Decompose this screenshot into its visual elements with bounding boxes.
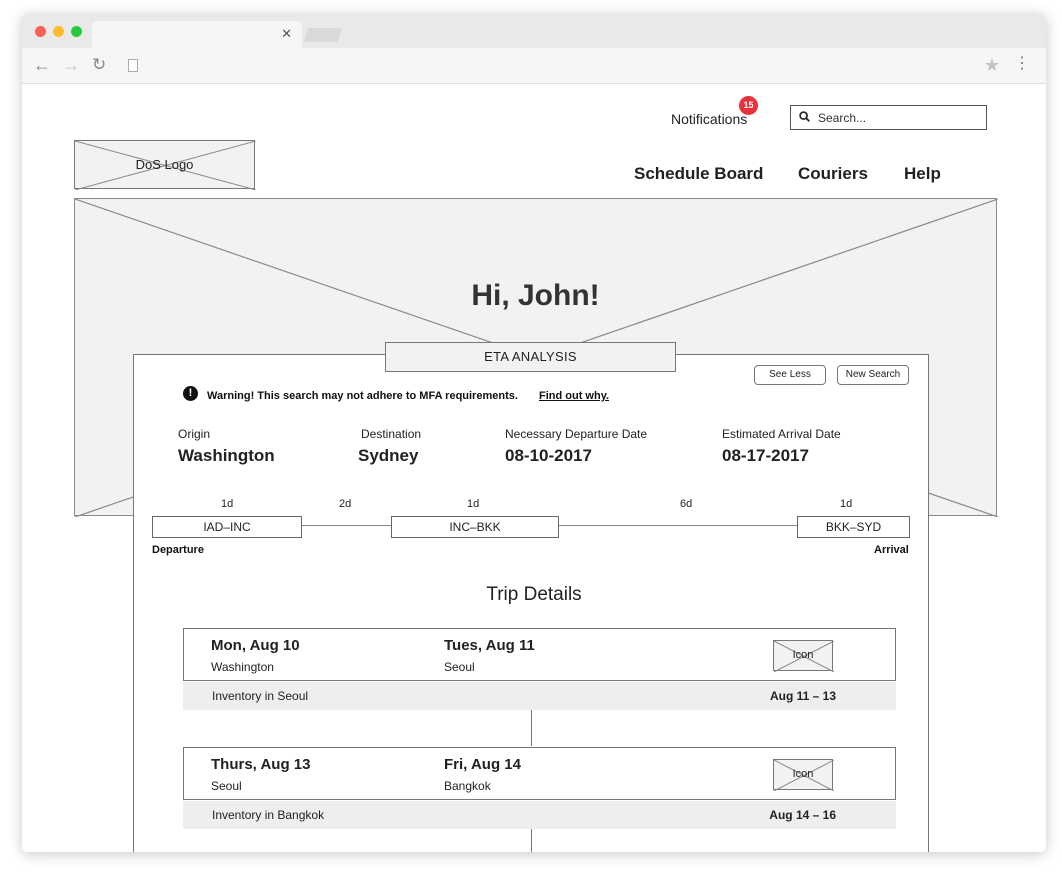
destination-label: Destination	[361, 427, 422, 441]
close-window-button[interactable]	[35, 26, 46, 37]
trip-connector-line	[531, 829, 532, 852]
address-bar: ← → ↻ ★ ⋮	[22, 48, 1046, 84]
inventory-date-range: Aug 14 – 16	[769, 808, 836, 822]
see-less-button[interactable]: See Less	[754, 365, 826, 385]
eta-analysis-title: ETA ANALYSIS	[385, 342, 676, 372]
browser-window: ✕ ← → ↻ ★ ⋮ Notifications 15 DoS Logo	[22, 14, 1046, 852]
greeting-heading: Hi, John!	[471, 279, 600, 312]
transport-icon-placeholder: Icon	[773, 640, 834, 672]
minimize-window-button[interactable]	[53, 26, 64, 37]
maximize-window-button[interactable]	[71, 26, 82, 37]
reload-icon[interactable]: ↻	[92, 56, 106, 74]
inventory-date-range: Aug 11 – 13	[769, 689, 836, 703]
trip-connector-line	[531, 710, 532, 746]
transport-icon-placeholder: Icon	[773, 759, 834, 791]
inventory-location: Inventory in Seoul	[212, 689, 309, 703]
inventory-location: Inventory in Bangkok	[212, 808, 325, 822]
layover-duration: 6d	[680, 498, 693, 510]
route-leg[interactable]: IAD–INC	[152, 516, 302, 538]
leg-duration: 1d	[221, 498, 234, 510]
bookmark-star-icon[interactable]: ★	[984, 55, 1000, 76]
segment-to-city: Bangkok	[444, 779, 491, 793]
trip-details-heading: Trip Details	[486, 584, 582, 605]
arrival-date-label: Estimated Arrival Date	[722, 427, 841, 441]
warning-icon: !	[183, 386, 198, 401]
find-out-why-link[interactable]: Find out why.	[539, 390, 609, 402]
page-content: Notifications 15 DoS Logo Schedule Board…	[22, 84, 1046, 852]
new-search-button[interactable]: New Search	[837, 365, 909, 385]
segment-from-city: Seoul	[211, 779, 242, 793]
logo-placeholder[interactable]: DoS Logo	[74, 140, 256, 190]
segment-from-city: Washington	[211, 660, 274, 674]
browser-menu-icon[interactable]: ⋮	[1014, 56, 1030, 72]
forward-arrow-icon[interactable]: →	[62, 56, 80, 74]
layover-duration: 2d	[339, 498, 352, 510]
icon-label: Icon	[792, 649, 814, 661]
search-input[interactable]	[818, 108, 978, 127]
logo-label: DoS Logo	[135, 157, 194, 172]
leg-duration: 1d	[467, 498, 480, 510]
search-box[interactable]	[790, 105, 987, 130]
segment-to-date: Tues, Aug 11	[444, 637, 535, 654]
back-arrow-icon[interactable]: ←	[33, 56, 51, 74]
segment-from-date: Mon, Aug 10	[211, 637, 300, 654]
inventory-row: Inventory in Seoul Aug 11 – 13	[183, 682, 896, 710]
departure-date-value: 08-10-2017	[505, 446, 592, 465]
tab-bar: ✕	[22, 14, 1046, 48]
new-tab-button[interactable]	[303, 28, 343, 42]
segment-from-date: Thurs, Aug 13	[211, 756, 311, 773]
page-icon	[128, 59, 138, 72]
search-icon	[799, 111, 810, 122]
nav-schedule-board[interactable]: Schedule Board	[634, 164, 763, 184]
destination-value: Sydney	[358, 446, 419, 465]
route-leg[interactable]: BKK–SYD	[797, 516, 910, 538]
browser-tab[interactable]: ✕	[92, 21, 302, 48]
icon-label: Icon	[792, 768, 814, 780]
departure-label: Departure	[152, 544, 204, 556]
trip-segment-card[interactable]: Thurs, Aug 13 Seoul Fri, Aug 14 Bangkok …	[183, 747, 896, 800]
notifications-badge: 15	[739, 96, 758, 115]
leg-duration: 1d	[840, 498, 853, 510]
nav-couriers[interactable]: Couriers	[798, 164, 868, 184]
tab-close-icon[interactable]: ✕	[281, 26, 292, 42]
warning-message: Warning! This search may not adhere to M…	[207, 390, 518, 402]
notifications-link[interactable]: Notifications	[671, 111, 747, 127]
inventory-row: Inventory in Bangkok Aug 14 – 16	[183, 801, 896, 829]
segment-to-city: Seoul	[444, 660, 475, 674]
origin-value: Washington	[178, 446, 275, 465]
trip-segment-card[interactable]: Mon, Aug 10 Washington Tues, Aug 11 Seou…	[183, 628, 896, 681]
nav-help[interactable]: Help	[904, 164, 941, 184]
segment-to-date: Fri, Aug 14	[444, 756, 521, 773]
departure-date-label: Necessary Departure Date	[505, 427, 648, 441]
origin-label: Origin	[178, 427, 211, 441]
route-leg[interactable]: INC–BKK	[391, 516, 559, 538]
arrival-label: Arrival	[874, 544, 909, 556]
arrival-date-value: 08-17-2017	[722, 446, 809, 465]
